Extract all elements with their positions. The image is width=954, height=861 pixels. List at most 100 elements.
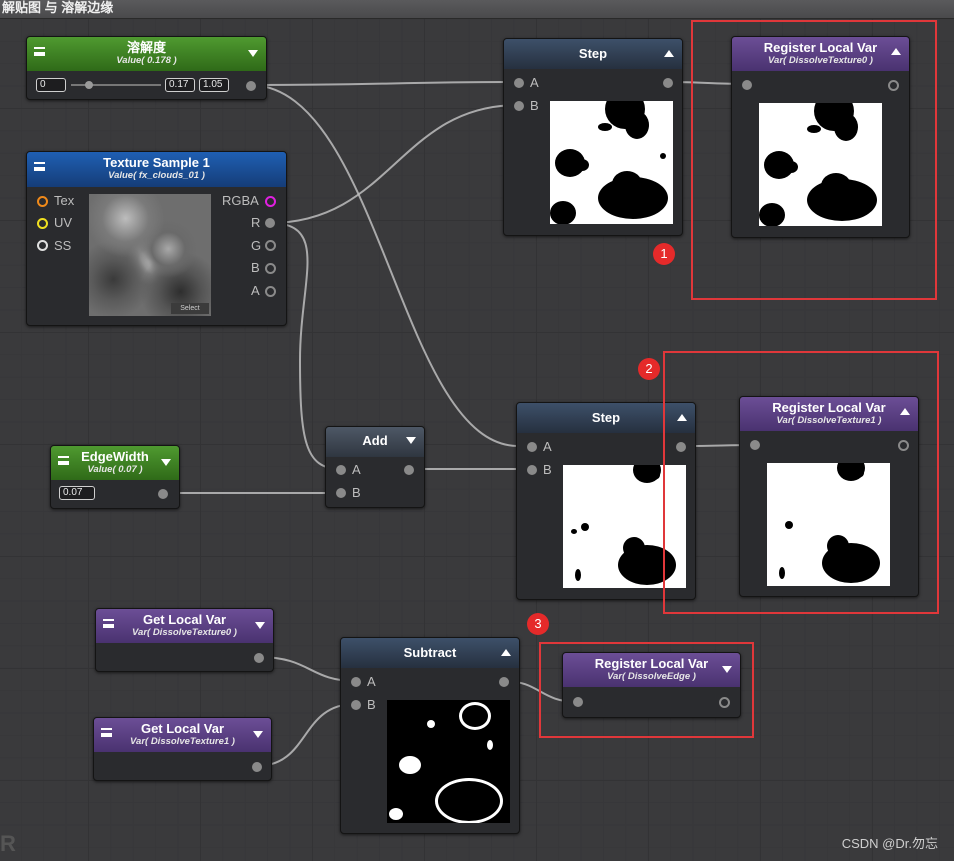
subtract-input-a-port[interactable] [351,677,361,687]
subtract-node[interactable]: Subtract A B [340,637,520,834]
add-node-header[interactable]: Add [326,427,424,457]
collapse-icon[interactable] [253,731,263,738]
b-output-label: B [251,260,260,275]
menu-icon[interactable] [34,47,45,56]
menu-icon[interactable] [58,456,69,465]
dissolve-node-header[interactable]: 溶解度 Value( 0.178 ) [27,37,266,71]
watermark-text: CSDN @Dr.勿忘 [841,836,938,851]
highlight-box-2 [663,351,939,614]
dissolve-min-field[interactable]: 0 [36,78,66,92]
r-output-label: R [251,215,261,230]
expand-icon[interactable] [664,50,674,57]
texture-preview[interactable]: Select [89,194,211,316]
step1-input-b-port[interactable] [514,101,524,111]
expand-icon[interactable] [501,649,511,656]
highlight-box-3 [539,642,754,738]
collapse-icon[interactable] [406,437,416,444]
add-input-a-port[interactable] [336,465,346,475]
get1-header[interactable]: Get Local Var Var( DissolveTexture0 ) [96,609,273,643]
edge-node-title: EdgeWidth [81,449,149,464]
menu-icon[interactable] [103,619,114,628]
uv-input-port[interactable] [37,218,48,229]
rgba-output-port[interactable] [265,196,276,207]
wire-tex-r-to-step1-b [269,104,519,224]
step1-input-b-label: B [530,98,539,113]
edge-value-field[interactable]: 0.07 [59,486,95,500]
tex-input-port[interactable] [37,196,48,207]
dissolve-node-subtitle: Value( 0.178 ) [116,55,177,66]
collapse-icon[interactable] [248,50,258,57]
edge-node-subtitle: Value( 0.07 ) [87,464,143,475]
uv-input-label: UV [54,215,73,230]
cloud-texture-image [89,194,211,316]
step1-input-a-label: A [530,75,539,90]
a-output-label: A [251,283,260,298]
get1-title: Get Local Var [142,612,227,627]
get2-title: Get Local Var [140,721,225,736]
step1-input-a-port[interactable] [514,78,524,88]
subtract-title: Subtract [403,645,457,660]
get1-output-port[interactable] [254,653,264,663]
wire-dissolve-to-step1-a [249,81,519,86]
step2-input-a-port[interactable] [527,442,537,452]
annotation-badge-3: 3 [527,613,549,635]
annotation-badge-2: 2 [638,358,660,380]
get1-subtitle: Var( DissolveTexture0 ) [132,627,237,638]
g-output-label: G [251,238,262,253]
dissolve-value-field[interactable]: 0.17 [165,78,195,92]
b-output-port[interactable] [265,263,276,274]
dissolve-value-node[interactable]: 溶解度 Value( 0.178 ) 0 0.17 1.05 [26,36,267,100]
texture-node-subtitle: Value( fx_clouds_01 ) [108,170,205,181]
highlight-box-1 [691,20,937,300]
collapse-icon[interactable] [255,622,265,629]
step2-input-a-label: A [543,439,552,454]
get2-output-port[interactable] [252,762,262,772]
add-input-b-port[interactable] [336,488,346,498]
step1-title: Step [578,46,608,61]
edge-node-header[interactable]: EdgeWidth Value( 0.07 ) [51,446,179,480]
collapse-icon[interactable] [161,459,171,466]
dissolve-output-port[interactable] [246,81,256,91]
get-local-var-node-1[interactable]: Get Local Var Var( DissolveTexture0 ) [95,608,274,672]
r-output-port[interactable] [265,218,275,228]
texture-node-title: Texture Sample 1 [103,155,210,170]
subtract-input-a-label: A [367,674,376,689]
g-output-port[interactable] [265,240,276,251]
subtract-header[interactable]: Subtract [341,638,519,668]
step-node-1[interactable]: Step A B [503,38,683,236]
subtract-output-port[interactable] [499,677,509,687]
get2-subtitle: Var( DissolveTexture1 ) [130,736,235,747]
get-local-var-node-2[interactable]: Get Local Var Var( DissolveTexture1 ) [93,717,272,781]
dissolve-node-title: 溶解度 [126,40,166,55]
ss-input-port[interactable] [37,240,48,251]
menu-icon[interactable] [34,162,45,171]
texture-node-header[interactable]: Texture Sample 1 Value( fx_clouds_01 ) [27,152,286,187]
wire-dissolve-to-step2-a [249,84,519,447]
select-texture-button[interactable]: Select [171,303,209,314]
menu-icon[interactable] [101,728,112,737]
add-output-port[interactable] [404,465,414,475]
dissolve-max-field[interactable]: 1.05 [199,78,229,92]
step2-input-b-port[interactable] [527,465,537,475]
texture-sample-node[interactable]: Texture Sample 1 Value( fx_clouds_01 ) T… [26,151,287,326]
corner-logo-mark: R [0,831,16,856]
tex-input-label: Tex [54,193,75,208]
add-node[interactable]: Add A B [325,426,425,508]
a-output-port[interactable] [265,286,276,297]
subtract-preview [387,700,510,823]
subtract-input-b-label: B [367,697,376,712]
get2-header[interactable]: Get Local Var Var( DissolveTexture1 ) [94,718,271,752]
add-input-b-label: B [352,485,361,500]
step1-output-port[interactable] [663,78,673,88]
dissolve-slider-handle[interactable] [85,81,93,89]
edge-output-port[interactable] [158,489,168,499]
step2-input-b-label: B [543,462,552,477]
step1-header[interactable]: Step [504,39,682,69]
ss-input-label: SS [54,238,72,253]
step1-preview [550,101,673,224]
subtract-input-b-port[interactable] [351,700,361,710]
edge-width-node[interactable]: EdgeWidth Value( 0.07 ) 0.07 [50,445,180,509]
add-input-a-label: A [352,462,361,477]
rgba-output-label: RGBA [222,193,259,208]
annotation-badge-1: 1 [653,243,675,265]
